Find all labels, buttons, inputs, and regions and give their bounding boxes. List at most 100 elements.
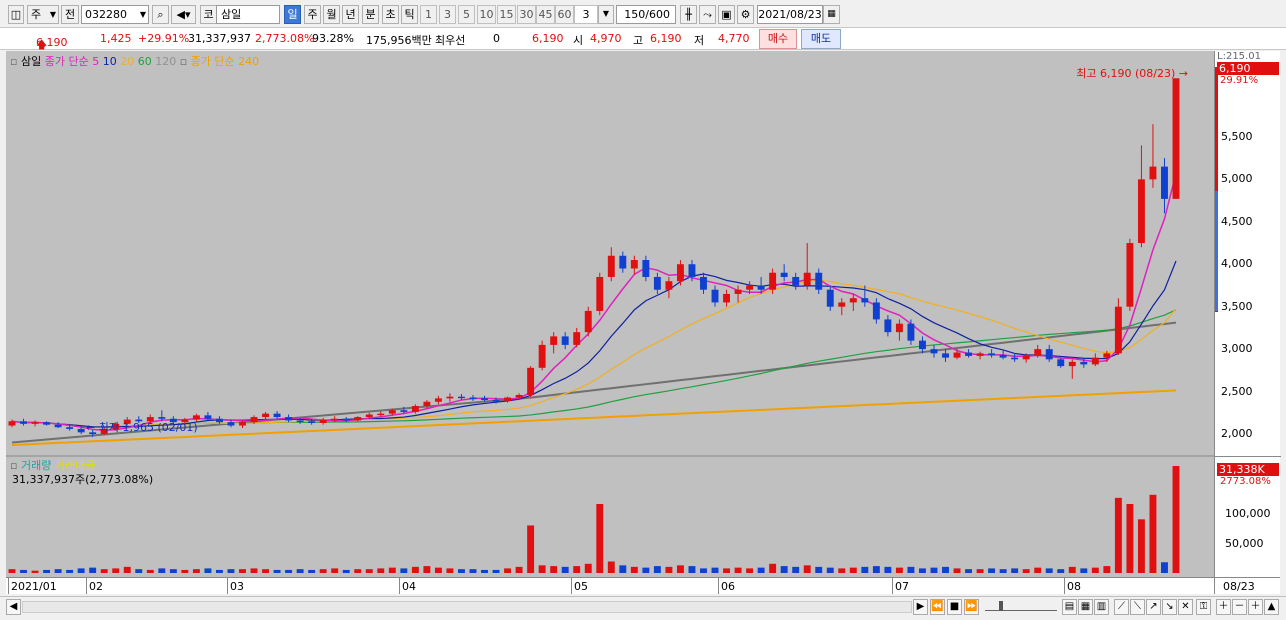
candle-type-icon[interactable]: ╫: [680, 5, 697, 24]
arrow-tool-icon[interactable]: ↘: [1162, 599, 1177, 615]
volume-bar: [838, 568, 846, 573]
volume-bar: [1103, 566, 1111, 573]
minute-interval-button[interactable]: 5: [458, 5, 475, 24]
stock-code-input[interactable]: 032280 ▼: [81, 5, 149, 24]
cross-tool-icon[interactable]: ✕: [1178, 599, 1193, 615]
volume-bar: [43, 569, 51, 573]
low-annotation: ← 최저 1,965 (02/01): [86, 421, 198, 434]
stop-icon[interactable]: ■: [947, 599, 962, 615]
chart-layout-icon[interactable]: ◫: [8, 5, 24, 24]
candle-body: [1126, 243, 1134, 307]
month-tick: [399, 578, 400, 594]
period-tab[interactable]: 주: [304, 5, 321, 24]
candle-body: [54, 424, 62, 428]
candle-body: [434, 398, 442, 402]
fib-tool-icon[interactable]: ⟍: [1130, 599, 1145, 615]
volume-bar: [792, 566, 800, 573]
minute-interval-button[interactable]: 3: [439, 5, 456, 24]
candle-body: [308, 421, 316, 423]
zoom-out-icon[interactable]: －: [1232, 599, 1247, 615]
volume-bar: [215, 569, 223, 573]
save-icon[interactable]: ▣: [718, 5, 735, 24]
jeon-button[interactable]: 전: [61, 5, 79, 24]
volume-bar: [66, 569, 74, 573]
candle-body: [653, 276, 661, 290]
volume-bar: [1137, 519, 1145, 573]
candle-body: [527, 367, 535, 395]
lock-icon[interactable]: ⚿: [1196, 599, 1211, 615]
candlestick-chart[interactable]: [6, 51, 1214, 577]
multiplier-select[interactable]: 3: [574, 5, 598, 24]
period-tab[interactable]: 년: [342, 5, 359, 24]
minute-interval-button[interactable]: 15: [497, 5, 516, 24]
volume-bar: [711, 567, 719, 573]
minute-interval-button[interactable]: 60: [555, 5, 574, 24]
period-tab[interactable]: 초: [382, 5, 399, 24]
month-tick: [892, 578, 893, 594]
candle-body: [411, 406, 419, 412]
drawing-tool-icon[interactable]: ⤳: [699, 5, 716, 24]
period-tab[interactable]: 일: [284, 5, 301, 24]
table-icon[interactable]: ▥: [1094, 599, 1109, 615]
minute-interval-button[interactable]: 45: [536, 5, 555, 24]
add-icon[interactable]: ＋: [1248, 599, 1263, 615]
volume-bar: [769, 563, 777, 573]
expand-icon[interactable]: ▲: [1264, 599, 1279, 615]
candle-body: [388, 410, 396, 414]
settings-gear-icon[interactable]: ⚙: [737, 5, 754, 24]
candle-body: [584, 310, 592, 333]
candle-body: [204, 415, 212, 419]
grid-icon[interactable]: ▦: [1078, 599, 1093, 615]
volume-bar: [1091, 567, 1099, 573]
calendar-icon[interactable]: ▦: [823, 5, 840, 24]
volume-bar: [365, 569, 373, 573]
rewind-icon[interactable]: ⏪: [930, 599, 945, 615]
volume-bar: [1057, 569, 1065, 573]
minute-interval-button[interactable]: 30: [517, 5, 536, 24]
trend-tool-icon[interactable]: ⟋: [1114, 599, 1129, 615]
minute-interval-button[interactable]: 1: [420, 5, 437, 24]
candle-count-input[interactable]: 150/600: [616, 5, 676, 24]
month-tick: [718, 578, 719, 594]
period-tab[interactable]: 분: [362, 5, 379, 24]
zoom-slider[interactable]: [985, 601, 1057, 611]
scroll-right-icon[interactable]: ▶: [913, 599, 928, 615]
price-scale[interactable]: L:215.01 6,190 29.91% 5,500 5,000 4,500 4,0…: [1214, 51, 1281, 577]
stock-name-field[interactable]: 삼일: [216, 5, 280, 24]
candle-body: [1045, 349, 1053, 360]
volume-bar: [757, 567, 765, 573]
chart-type-icon[interactable]: ▤: [1062, 599, 1077, 615]
volume-bar: [77, 568, 85, 573]
scroll-left-icon[interactable]: ◀: [6, 599, 21, 615]
buy-button[interactable]: 매수: [759, 29, 797, 49]
speaker-icon[interactable]: ◀▾: [171, 5, 196, 24]
volume-bar: [561, 566, 569, 573]
month-label: 06: [721, 580, 735, 593]
fast-forward-icon[interactable]: ⏩: [964, 599, 979, 615]
chevron-down-icon[interactable]: ▼: [598, 5, 614, 24]
search-icon[interactable]: ⌕: [152, 5, 169, 24]
candle-body: [492, 400, 500, 402]
sell-button[interactable]: 매도: [801, 29, 841, 49]
candle-body: [665, 281, 673, 290]
minute-interval-button[interactable]: 10: [477, 5, 496, 24]
chart-area[interactable]: ▫ 삼일 종가 단순 5 10 20 60 120 ▫ 종가 단순 240 최고…: [6, 51, 1214, 577]
candle-body: [849, 298, 857, 303]
month-label: 05: [574, 580, 588, 593]
period-tab[interactable]: 틱: [401, 5, 418, 24]
current-rate-tag: 29.91%: [1220, 75, 1259, 86]
horizontal-scrollbar[interactable]: [22, 601, 912, 613]
volume-bar: [619, 565, 627, 573]
best-quote-qty: 0: [493, 32, 500, 45]
market-select[interactable]: 주 ▼: [27, 5, 59, 24]
zoom-in-icon[interactable]: ＋: [1216, 599, 1231, 615]
candle-body: [930, 349, 938, 354]
line-tool-icon[interactable]: ↗: [1146, 599, 1161, 615]
date-axis: 2021/01 02 03 04 05 06 07 08: [6, 577, 1214, 594]
period-tab[interactable]: 월: [323, 5, 340, 24]
top-tag: L:215.01: [1217, 51, 1261, 62]
volume-bar: [308, 569, 316, 573]
legend-ma-label: 종가 단순: [44, 55, 89, 68]
volume-bar: [54, 569, 62, 573]
date-input[interactable]: 2021/08/23: [757, 5, 823, 24]
